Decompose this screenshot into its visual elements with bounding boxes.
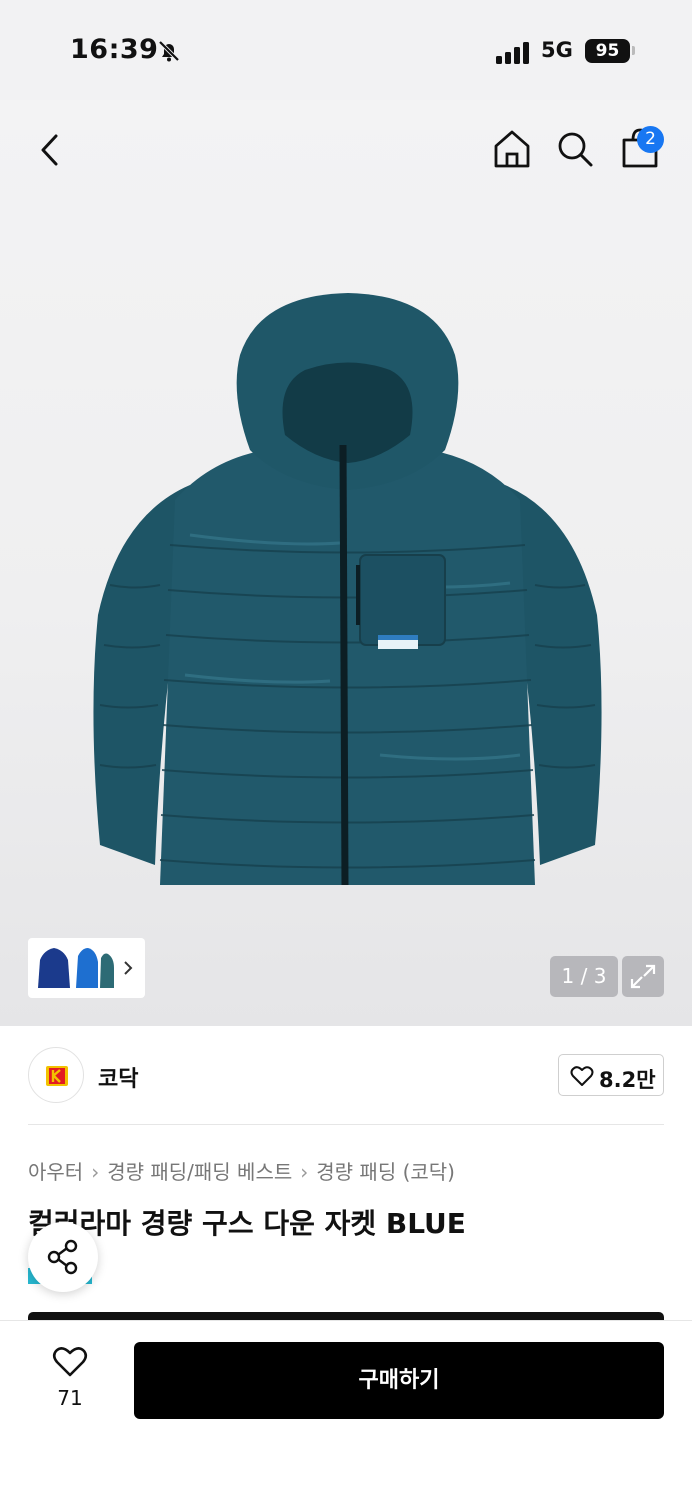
chevron-right-icon: › [91, 1160, 100, 1184]
color-variants-icon [38, 948, 133, 988]
breadcrumb-item-outer[interactable]: 아우터 [28, 1160, 83, 1184]
home-icon[interactable] [492, 128, 532, 170]
brand-like-count: 8.2만 [599, 1068, 656, 1092]
heart-icon [52, 1347, 88, 1377]
back-arrow-icon[interactable] [36, 132, 64, 168]
breadcrumb-item-light-padding[interactable]: 경량 패딩/패딩 베스트 [107, 1160, 292, 1184]
brand-like-button[interactable]: 8.2만 [558, 1054, 664, 1096]
wishlist-button[interactable]: 71 [40, 1340, 100, 1410]
share-icon [47, 1239, 78, 1275]
network-type: 5G [541, 38, 573, 62]
signal-icon [496, 42, 529, 64]
bell-muted-icon [158, 40, 180, 62]
chevron-right-icon: › [300, 1160, 309, 1184]
color-thumbnails[interactable] [28, 938, 145, 998]
share-button[interactable] [28, 1222, 98, 1292]
cart-count-badge: 2 [637, 126, 664, 153]
brand-logo[interactable] [28, 1047, 84, 1103]
battery-icon: 95 [585, 39, 630, 63]
buy-button[interactable]: 구매하기 [134, 1342, 664, 1419]
divider [28, 1124, 664, 1125]
status-time: 16:39 [70, 34, 159, 65]
status-bar: 16:39 5G 95 [0, 0, 692, 100]
image-counter: 1 / 3 [550, 956, 618, 997]
breadcrumb: 아우터 › 경량 패딩/패딩 베스트 › 경량 패딩 (코닥) [28, 1156, 455, 1185]
wishlist-count: 71 [57, 1386, 83, 1410]
battery-tip [632, 46, 635, 55]
breadcrumb-item-light-padding-brand[interactable]: 경량 패딩 (코닥) [316, 1160, 455, 1184]
search-icon[interactable] [556, 130, 594, 168]
product-title: 컬러라마 경량 구스 다운 자켓 BLUE [28, 1207, 466, 1240]
expand-icon[interactable] [622, 956, 664, 997]
product-jacket-image [93, 293, 602, 886]
brand-name[interactable]: 코닥 [98, 1061, 138, 1093]
kodak-logo-icon [46, 1066, 68, 1086]
heart-icon [570, 1066, 594, 1086]
